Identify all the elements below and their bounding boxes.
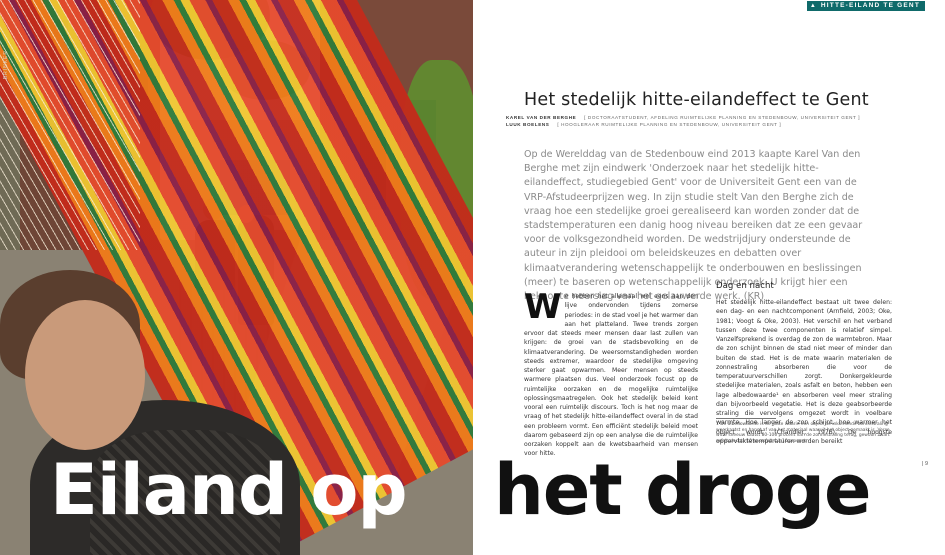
author-role: [ DOCTORAATSTUDENT, AFDELING RUIMTELIJKE… [584,115,861,120]
footnote-divider [716,418,776,419]
headline-part-2: het droge [494,449,871,531]
author-name: KAREL VAN DER BERGHE [506,115,577,120]
footnote: 1 De albedowaarde is de mate waarin een … [716,422,890,444]
author-line-1: KAREL VAN DER BERGHE [ DOCTORAATSTUDENT,… [506,115,860,120]
author-line-2: LUUK BOELENS [ HOOGLERAAR RUIMTELIJKE PL… [506,122,781,127]
magazine-spread: BRINKER ▲ HITTE-EILAND TE GENT Het stede… [0,0,945,555]
article-title: Het stedelijk hitte-eilandeffect te Gent [524,90,869,110]
body-column-left: We hebben het allemaal wel eens aan den … [524,287,698,459]
author-name: LUUK BOELENS [506,122,550,127]
photo-hammock-cords [0,0,140,250]
photo-credit: BRINKER [3,50,9,80]
author-role: [ HOOGLERAAR RUIMTELIJKE PLANNING EN STE… [557,122,782,127]
article-intro: Op de Werelddag van de Stedenbouw eind 2… [524,149,863,303]
photo-sleeper-face [25,300,145,450]
section-subheading: Dag en nacht [716,281,774,291]
page-number: | 9 [922,461,929,467]
drop-cap: W [524,287,562,327]
headline-part-1: Eiland op [50,449,408,531]
